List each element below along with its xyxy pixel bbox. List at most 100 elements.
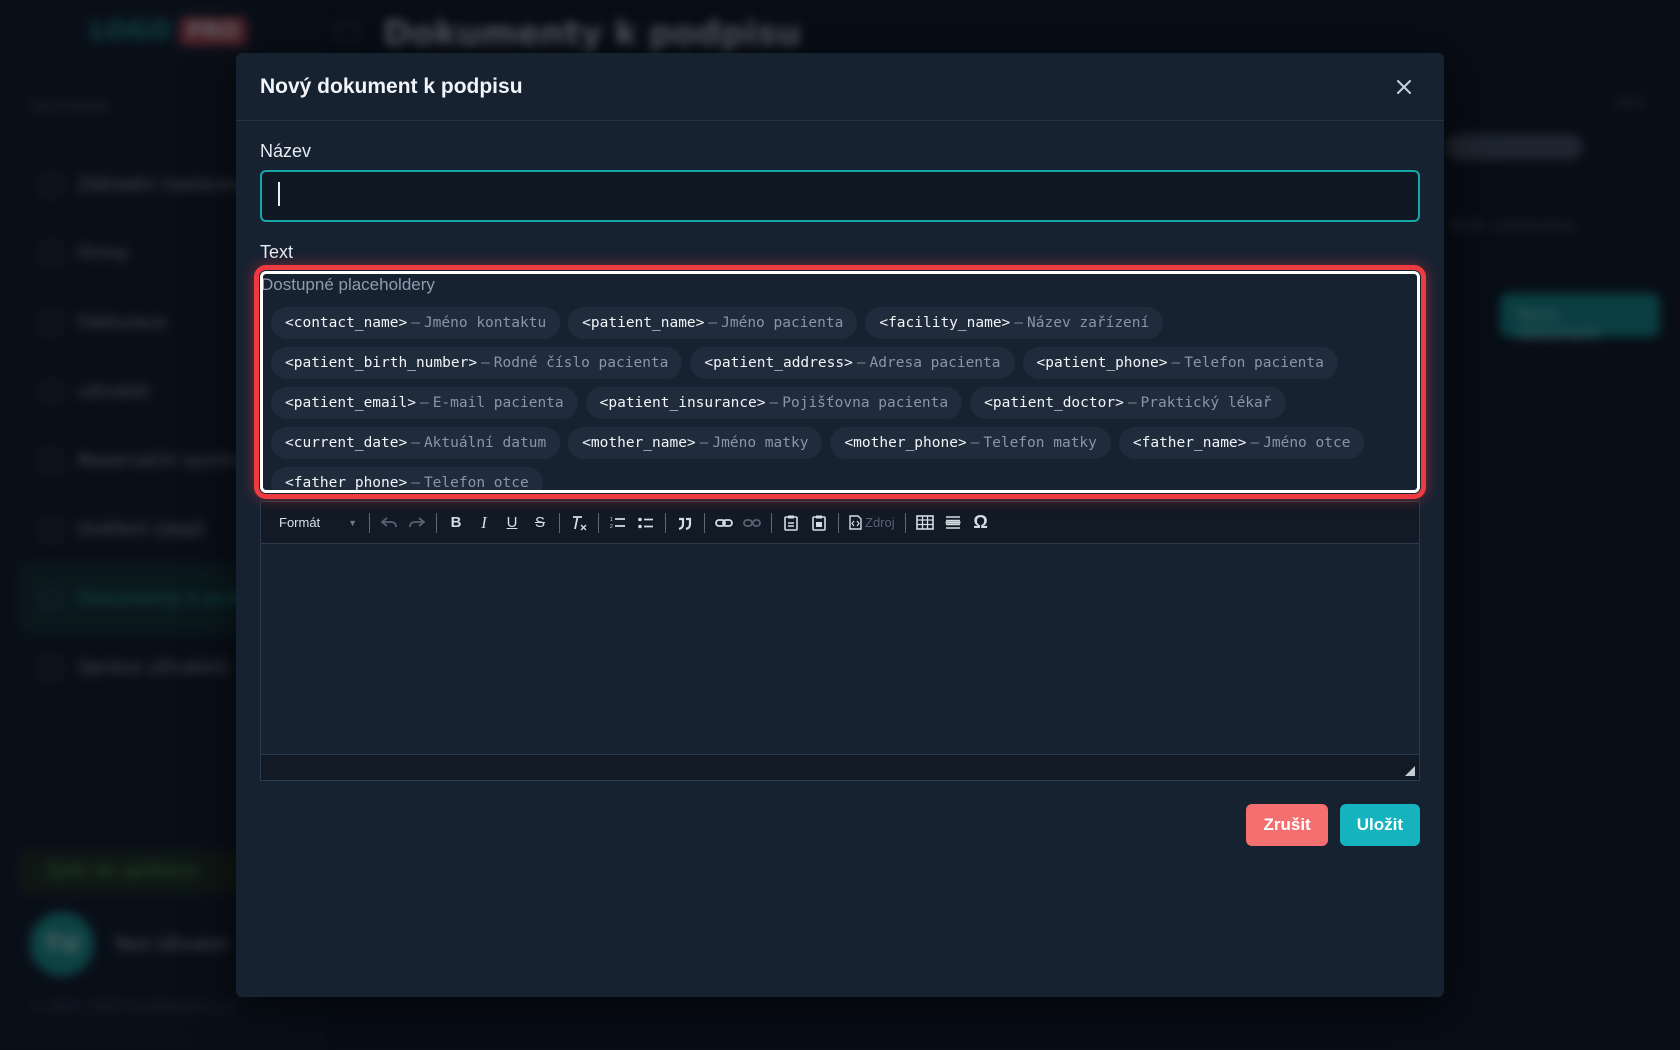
placeholder-chip[interactable]: <facility_name> — Název zařízení: [865, 307, 1164, 339]
modal-actions: Zrušit Uložit: [1246, 804, 1420, 846]
source-icon: [849, 515, 862, 530]
bold-icon: B: [450, 514, 462, 531]
close-button[interactable]: [1388, 71, 1420, 103]
blockquote-button[interactable]: [672, 510, 698, 536]
placeholder-chip[interactable]: <father_name> — Jméno otce: [1118, 427, 1365, 459]
remove-format-button[interactable]: [566, 510, 592, 536]
placeholder-dash: —: [1014, 315, 1024, 331]
placeholder-key: <facility_name>: [879, 315, 1011, 331]
quote-icon: [678, 517, 692, 530]
modal-header: Nový dokument k podpisu: [236, 53, 1444, 121]
bullet-list-button[interactable]: [633, 510, 659, 536]
toolbar-separator: [559, 512, 560, 533]
placeholder-chip[interactable]: <mother_name> — Jméno matky: [568, 427, 823, 459]
horizontal-line-icon: [945, 516, 961, 529]
toolbar-separator: [369, 512, 370, 533]
format-select-label: Formát: [279, 515, 321, 530]
placeholder-description: Rodné číslo pacienta: [493, 355, 669, 371]
underline-icon: U: [506, 514, 518, 531]
placeholder-chip[interactable]: <mother_phone> — Telefon matky: [830, 427, 1111, 459]
placeholder-description: Telefon pacienta: [1184, 355, 1324, 371]
placeholder-description: Adresa pacienta: [869, 355, 1001, 371]
placeholder-chip[interactable]: <patient_doctor> — Praktický lékař: [970, 387, 1286, 419]
clipboard-word-icon: [812, 515, 826, 531]
underline-button[interactable]: U: [499, 510, 525, 536]
horizontal-line-button[interactable]: [940, 510, 966, 536]
text-cursor: [278, 182, 280, 206]
placeholder-description: Telefon matky: [983, 435, 1097, 451]
placeholder-chip[interactable]: <patient_name> — Jméno pacienta: [568, 307, 858, 339]
save-button[interactable]: Uložit: [1339, 804, 1420, 846]
paste-text-button[interactable]: [778, 510, 804, 536]
placeholder-description: Jméno otce: [1263, 435, 1351, 451]
editor-status-bar: [261, 754, 1419, 780]
editor-toolbar: Formát ▼ B I U S 1 2 Zdroj Ω: [261, 502, 1419, 544]
placeholder-dash: —: [970, 435, 980, 451]
name-input[interactable]: [260, 170, 1420, 222]
placeholder-dash: —: [1127, 395, 1137, 411]
placeholder-chip[interactable]: <contact_name> — Jméno kontaktu: [271, 307, 561, 339]
placeholder-chip[interactable]: <father_phone> — Telefon otce: [271, 467, 543, 491]
omega-icon: Ω: [973, 512, 988, 532]
link-icon: [715, 518, 733, 527]
placeholder-chips: <contact_name> — Jméno kontaktu <patient_na…: [271, 307, 1409, 491]
toolbar-separator: [665, 512, 666, 533]
placeholder-description: E-mail pacienta: [432, 395, 564, 411]
source-button[interactable]: Zdroj: [845, 510, 899, 536]
placeholder-dash: —: [1171, 355, 1181, 371]
placeholder-dash: —: [411, 315, 420, 331]
link-button[interactable]: [711, 510, 737, 536]
placeholder-description: Jméno pacienta: [721, 315, 844, 331]
placeholder-description: Název zařízení: [1027, 315, 1150, 331]
table-icon: [915, 515, 934, 530]
placeholder-key: <mother_name>: [582, 435, 696, 451]
toolbar-separator: [436, 512, 437, 533]
placeholder-dash: —: [481, 355, 490, 371]
placeholder-chip[interactable]: <patient_address> — Adresa pacienta: [690, 347, 1015, 379]
strikethrough-button[interactable]: S: [527, 510, 553, 536]
placeholder-chip[interactable]: <patient_phone> — Telefon pacienta: [1022, 347, 1338, 379]
unlink-button[interactable]: [739, 510, 765, 536]
placeholder-chip[interactable]: <patient_insurance> — Pojišťovna pacienta: [585, 387, 963, 419]
placeholders-panel: Dostupné placeholdery <contact_name> — Jmé…: [254, 265, 1426, 499]
format-select[interactable]: Formát ▼: [273, 510, 363, 536]
placeholder-description: Praktický lékař: [1140, 395, 1272, 411]
placeholder-dash: —: [1250, 435, 1260, 451]
close-icon: [1397, 79, 1411, 94]
italic-icon: I: [481, 512, 487, 532]
placeholder-key: <mother_phone>: [844, 435, 967, 451]
numbered-list-button[interactable]: 12: [605, 510, 631, 536]
cancel-button[interactable]: Zrušit: [1246, 804, 1328, 846]
placeholder-chip[interactable]: <patient_birth_number> — Rodné číslo pacie…: [271, 347, 683, 379]
placeholder-dash: —: [708, 315, 718, 331]
resize-handle-icon[interactable]: [1405, 766, 1415, 776]
paste-word-button[interactable]: [806, 510, 832, 536]
placeholder-description: Telefon otce: [423, 475, 529, 491]
placeholder-key: <patient_phone>: [1036, 355, 1168, 371]
placeholder-description: Aktuální datum: [423, 435, 547, 451]
unlink-icon: [743, 518, 761, 527]
placeholder-key: <patient_insurance>: [599, 395, 766, 411]
placeholder-description: Pojišťovna pacienta: [782, 395, 949, 411]
editor-content-area[interactable]: [261, 544, 1419, 754]
placeholder-key: <patient_email>: [285, 395, 416, 411]
italic-button[interactable]: I: [471, 510, 497, 536]
table-button[interactable]: [912, 510, 938, 536]
placeholder-chip[interactable]: <patient_email> — E-mail pacienta: [271, 387, 578, 419]
redo-button[interactable]: [404, 510, 430, 536]
special-character-button[interactable]: Ω: [968, 510, 994, 536]
numbered-list-icon: 12: [610, 517, 625, 530]
placeholder-description: Jméno kontaktu: [423, 315, 547, 331]
text-label: Text: [260, 242, 294, 262]
chevron-down-icon: ▼: [348, 517, 357, 528]
placeholder-key: <patient_address>: [704, 355, 853, 371]
bullet-list-icon: [638, 517, 653, 528]
undo-button[interactable]: [376, 510, 402, 536]
rich-text-editor: Formát ▼ B I U S 1 2 Zdroj Ω: [260, 501, 1420, 781]
clipboard-icon: [784, 515, 798, 531]
name-label: Název: [260, 141, 312, 161]
bold-button[interactable]: B: [443, 510, 469, 536]
placeholder-dash: —: [411, 435, 420, 451]
placeholder-chip[interactable]: <current_date> — Aktuální datum: [271, 427, 561, 459]
remove-format-icon: [573, 515, 587, 530]
